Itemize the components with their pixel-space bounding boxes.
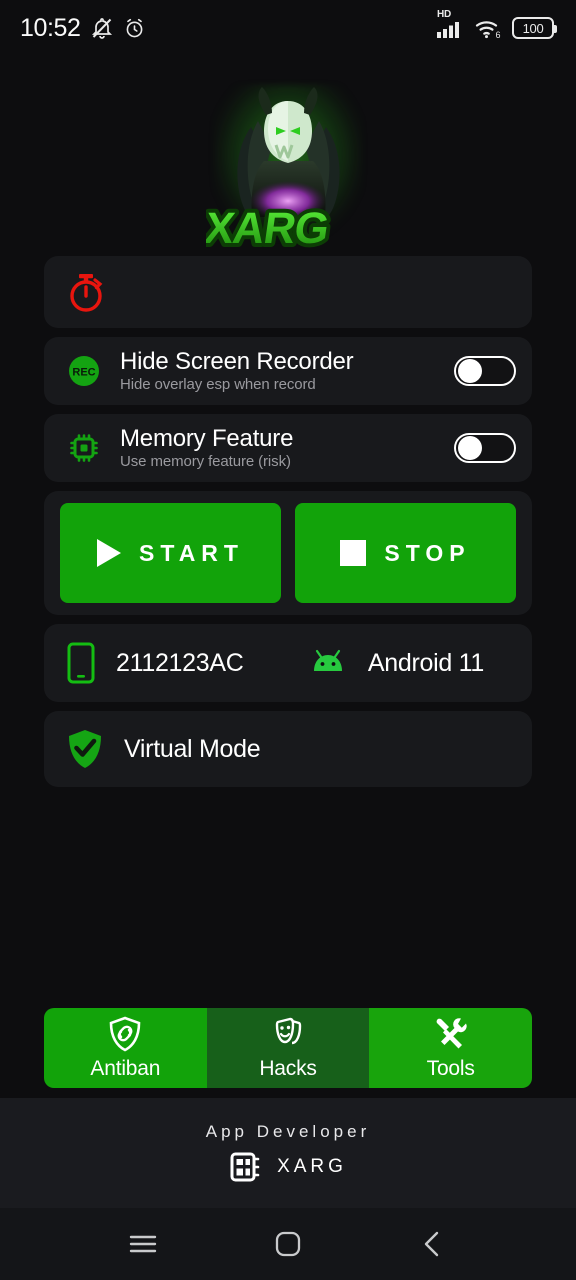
memory-feature-row[interactable]: Memory Feature Use memory feature (risk) <box>44 414 532 482</box>
main-content: REC Hide Screen Recorder Hide overlay es… <box>0 256 576 1098</box>
start-button-label: START <box>139 539 244 566</box>
developer-row: XARG <box>229 1150 347 1184</box>
masks-icon <box>270 1015 306 1053</box>
status-time: 10:52 <box>20 13 81 42</box>
network-type-label: HD <box>437 9 452 20</box>
hide-screen-recorder-subtitle: Hide overlay esp when record <box>120 376 316 394</box>
hide-screen-recorder-toggle[interactable] <box>454 356 516 386</box>
android-icon <box>308 649 348 677</box>
device-model-cell: 2112123AC <box>66 642 244 684</box>
system-nav-bar <box>0 1208 576 1280</box>
device-model-value: 2112123AC <box>116 648 244 677</box>
svg-text:6: 6 <box>496 30 501 39</box>
wifi-icon: 6 <box>475 18 502 39</box>
toggle-knob <box>458 436 482 460</box>
smartphone-icon <box>66 642 96 684</box>
back-button[interactable] <box>403 1219 463 1269</box>
status-bar-left: 10:52 <box>20 14 146 43</box>
virtual-mode-card[interactable]: Virtual Mode <box>44 711 532 787</box>
menu-icon <box>127 1231 159 1257</box>
app-screen: 10:52 HD 6 100 XARG XARG REC Hide Screen… <box>0 0 576 1280</box>
tab-hacks-label: Hacks <box>259 1057 317 1080</box>
battery-level-label: 100 <box>522 20 544 36</box>
play-icon <box>97 539 122 567</box>
signal-icon: HD <box>437 9 465 38</box>
memory-feature-subtitle: Use memory feature (risk) <box>120 453 291 471</box>
toggle-knob <box>458 359 482 383</box>
memory-feature-toggle[interactable] <box>454 433 516 463</box>
memory-chip-icon <box>66 430 102 466</box>
footer: App Developer XARG <box>0 1098 576 1208</box>
home-button[interactable] <box>258 1219 318 1269</box>
stop-button[interactable]: STOP <box>295 503 516 603</box>
battery-icon: 100 <box>512 17 557 39</box>
stop-button-label: STOP <box>384 539 471 566</box>
status-bar-right: HD 6 100 <box>437 9 557 39</box>
logo-artwork: XARG XARG <box>206 86 340 250</box>
tools-icon <box>433 1015 469 1053</box>
action-buttons-card: START STOP <box>44 491 532 615</box>
hide-screen-recorder-row[interactable]: REC Hide Screen Recorder Hide overlay es… <box>44 337 532 405</box>
back-chevron-icon <box>419 1229 447 1259</box>
device-os-cell: Android 11 <box>308 649 510 678</box>
shield-check-icon <box>66 728 104 770</box>
tab-tools-label: Tools <box>426 1057 475 1080</box>
chip-icon <box>229 1150 263 1184</box>
bottom-tab-bar: Antiban Hacks Tools <box>44 1008 532 1088</box>
memory-feature-title: Memory Feature <box>120 424 294 452</box>
tab-tools[interactable]: Tools <box>369 1008 532 1088</box>
tab-antiban[interactable]: Antiban <box>44 1008 207 1088</box>
recents-button[interactable] <box>113 1219 173 1269</box>
developer-name: XARG <box>277 1156 347 1177</box>
shield-link-icon <box>107 1015 143 1053</box>
alarm-icon <box>123 17 146 40</box>
virtual-mode-label: Virtual Mode <box>124 734 261 763</box>
stop-square-icon <box>340 540 367 566</box>
svg-text:XARG: XARG <box>206 204 331 250</box>
tab-hacks[interactable]: Hacks <box>206 1008 370 1088</box>
home-square-icon <box>273 1229 303 1259</box>
rec-icon: REC <box>66 353 102 389</box>
device-os-value: Android 11 <box>367 648 484 677</box>
svg-text:REC: REC <box>72 367 95 379</box>
status-bar: 10:52 HD 6 100 <box>0 0 576 56</box>
developer-label: App Developer <box>205 1122 371 1141</box>
stopwatch-icon <box>66 270 106 314</box>
tab-antiban-label: Antiban <box>90 1057 161 1080</box>
hide-screen-recorder-title: Hide Screen Recorder <box>120 347 354 375</box>
start-button[interactable]: START <box>60 503 281 603</box>
timer-card[interactable] <box>44 256 532 328</box>
app-logo: XARG XARG <box>0 56 576 256</box>
bell-off-icon <box>90 16 114 40</box>
device-info-card: 2112123AC Android 11 <box>44 624 532 702</box>
